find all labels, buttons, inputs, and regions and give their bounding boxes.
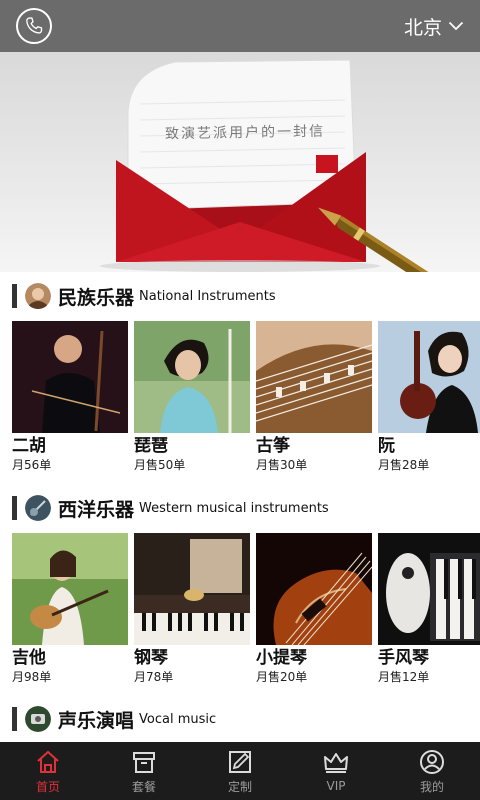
tab-home[interactable]: 首页 <box>3 748 93 795</box>
product-card-accordion[interactable]: 手风琴 月售12单 <box>378 533 480 684</box>
product-name: 吉他 <box>12 648 46 668</box>
section-header-western: 西洋乐器 Western musical instruments <box>0 492 480 524</box>
envelope-illustration <box>100 59 433 272</box>
product-sales: 月98单 <box>12 670 52 684</box>
edit-pencil-icon <box>229 750 251 773</box>
tab-package[interactable]: 套餐 <box>99 748 189 795</box>
product-image <box>12 321 128 433</box>
product-name: 小提琴 <box>256 648 307 668</box>
product-image <box>378 321 480 433</box>
crown-icon <box>324 753 348 773</box>
promo-banner[interactable]: 致演艺派用户的一封信 <box>0 52 480 272</box>
tab-label: 套餐 <box>131 779 156 794</box>
product-image <box>256 533 372 645</box>
product-name: 琵琶 <box>134 436 168 456</box>
product-card-piano[interactable]: 钢琴 月78单 <box>134 533 250 684</box>
user-icon <box>420 749 444 774</box>
section-subtitle: Western musical instruments <box>139 500 329 516</box>
product-image <box>12 533 128 645</box>
phone-call-button[interactable] <box>16 8 52 44</box>
city-label: 北京 <box>403 16 442 39</box>
section-marker <box>12 284 17 308</box>
section-marker <box>12 707 17 731</box>
section-title: 西洋乐器 <box>58 498 135 521</box>
product-sales: 月售50单 <box>134 458 186 472</box>
brand-logo-seal <box>316 155 338 173</box>
section-header-vocal: 声乐演唱 Vocal music <box>0 703 480 735</box>
home-icon <box>37 750 59 773</box>
tab-label: 我的 <box>419 779 444 794</box>
section-header-national: 民族乐器 National Instruments <box>0 280 480 312</box>
section-avatar <box>25 706 51 732</box>
product-sales: 月售30单 <box>256 458 308 472</box>
product-name: 二胡 <box>12 436 46 456</box>
top-bar: 北京 <box>0 0 480 52</box>
product-name: 钢琴 <box>134 648 168 668</box>
section-title: 民族乐器 <box>58 286 135 309</box>
product-name: 阮 <box>378 436 395 456</box>
product-card-pipa[interactable]: 琵琶 月售50单 <box>134 321 250 472</box>
app-screen: 北京 致演艺派用户的一封信 民族乐器 National Instruments … <box>0 0 480 800</box>
product-sales: 月78单 <box>134 670 174 684</box>
package-box-icon <box>133 751 155 773</box>
tab-label: 定制 <box>227 779 252 794</box>
product-image <box>134 533 250 645</box>
product-image <box>134 321 250 433</box>
product-sales: 月售20单 <box>256 670 308 684</box>
tab-label: VIP <box>326 779 346 793</box>
product-sales: 月56单 <box>12 458 52 472</box>
product-image <box>378 533 480 645</box>
tab-label: 首页 <box>35 779 60 794</box>
product-sales: 月售28单 <box>378 458 430 472</box>
chevron-down-icon <box>448 21 464 31</box>
tab-custom[interactable]: 定制 <box>195 748 285 795</box>
product-card-violin[interactable]: 小提琴 月售20单 <box>256 533 372 684</box>
section-avatar <box>25 495 51 521</box>
tab-vip[interactable]: VIP <box>291 749 381 793</box>
phone-icon <box>26 17 43 34</box>
product-card-erhu[interactable]: 二胡 月56单 <box>12 321 128 472</box>
product-image <box>256 321 372 433</box>
western-instruments-list: 吉他 月98单 钢琴 月78单 小提琴 月售20单 手风琴 月售12单 <box>12 533 480 684</box>
product-card-ruan[interactable]: 阮 月售28单 <box>378 321 480 472</box>
banner-letter-text: 致演艺派用户的一封信 <box>164 123 326 143</box>
section-subtitle: Vocal music <box>139 711 217 727</box>
tab-mine[interactable]: 我的 <box>387 748 477 795</box>
section-title: 声乐演唱 <box>58 709 135 732</box>
section-marker <box>12 496 17 520</box>
bottom-tab-bar: 首页 套餐 定制 VIP 我的 <box>0 742 480 800</box>
product-name: 古筝 <box>256 436 290 456</box>
section-subtitle: National Instruments <box>139 288 276 304</box>
product-sales: 月售12单 <box>378 670 430 684</box>
city-selector[interactable]: 北京 <box>404 13 464 40</box>
product-name: 手风琴 <box>378 648 429 668</box>
product-card-guzheng[interactable]: 古筝 月售30单 <box>256 321 372 472</box>
section-avatar <box>25 283 51 309</box>
national-instruments-list: 二胡 月56单 琵琶 月售50单 古筝 月售30单 阮 月售28单 <box>12 321 480 472</box>
product-card-guitar[interactable]: 吉他 月98单 <box>12 533 128 684</box>
